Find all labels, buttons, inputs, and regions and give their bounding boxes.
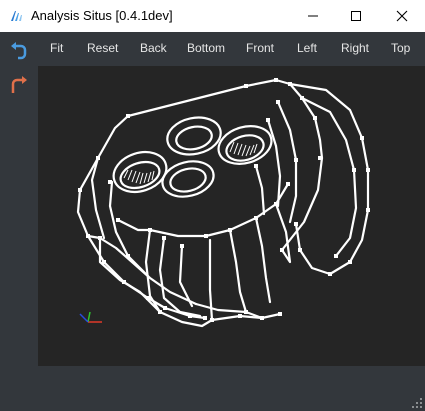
redo-icon[interactable]	[10, 76, 28, 94]
back-view-button[interactable]: Back	[140, 41, 167, 55]
maximize-icon	[350, 11, 361, 21]
minimize-icon	[307, 15, 318, 17]
app-logo-icon	[11, 11, 22, 21]
fit-button[interactable]: Fit	[50, 41, 63, 55]
view-toolbar: Fit Reset Back Bottom Front Left Right T…	[0, 32, 425, 66]
sidebar	[0, 42, 38, 366]
left-view-button[interactable]: Left	[297, 41, 317, 55]
close-button[interactable]	[379, 0, 424, 32]
app-window: Analysis Situs [0.4.1dev] Fit Reset Back…	[0, 0, 425, 411]
bottom-view-button[interactable]: Bottom	[187, 41, 225, 55]
undo-icon[interactable]	[10, 42, 28, 60]
3d-viewport[interactable]	[38, 66, 425, 366]
wireframe-model	[76, 78, 370, 328]
close-icon	[396, 10, 407, 22]
front-view-button[interactable]: Front	[246, 41, 274, 55]
top-view-button[interactable]: Top	[391, 41, 410, 55]
maximize-button[interactable]	[333, 0, 378, 32]
window-title: Analysis Situs [0.4.1dev]	[31, 8, 173, 23]
right-view-button[interactable]: Right	[341, 41, 369, 55]
reset-button[interactable]: Reset	[87, 41, 118, 55]
title-bar[interactable]: Analysis Situs [0.4.1dev]	[0, 0, 425, 32]
resize-grip-icon[interactable]	[411, 397, 423, 409]
status-bar	[0, 366, 425, 411]
minimize-button[interactable]	[290, 0, 335, 32]
